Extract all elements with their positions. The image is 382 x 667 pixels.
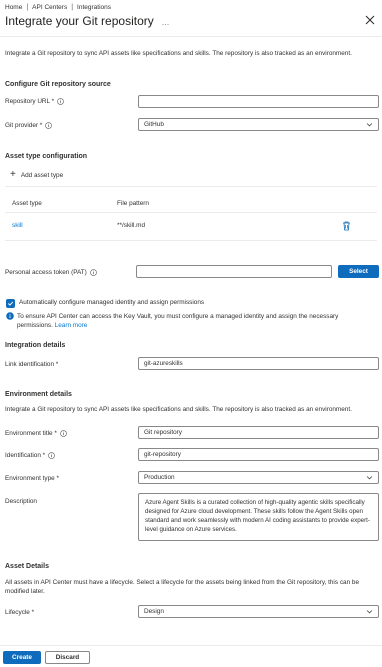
more-options-button[interactable]: ... [162,17,170,27]
environment-title-label-text: Environment title * [5,430,57,437]
plus-icon: + [10,169,16,180]
check-icon [7,301,14,306]
pat-label-text: Personal access token (PAT) [5,269,87,276]
repo-url-input[interactable] [138,95,379,108]
link-identification-value: git-azureskills [144,360,183,367]
identification-label: Identification * [5,452,55,459]
asset-type-cell[interactable]: skill [12,222,23,229]
table-row-divider [5,240,377,241]
asset-details-intro: All assets in API Center must have a lif… [5,579,360,595]
select-button[interactable]: Select [338,265,379,278]
breadcrumb-integrations[interactable]: Integrations [77,4,111,11]
close-icon[interactable] [364,14,376,26]
integration-heading: Integration details [5,342,66,349]
description-textarea[interactable]: Azure Agent Skills is a curated collecti… [138,493,379,541]
link-identification-label: Link identification * [5,361,59,368]
intro-text: Integrate a Git repository to sync API a… [5,50,352,57]
breadcrumb-separator: | [26,3,29,11]
environment-title-value: Git repository [144,429,183,436]
chevron-down-icon [366,610,373,614]
identification-input[interactable]: git-repository [138,448,379,461]
lifecycle-label: Lifecycle * [5,609,35,616]
breadcrumb-home[interactable]: Home [5,4,22,11]
page-title-text: Integrate your Git repository [5,14,154,28]
column-header-asset-type: Asset type [12,200,42,207]
info-filled-icon [6,312,14,320]
environment-type-value: Production [144,474,175,481]
repo-url-label-text: Repository URL * [5,98,55,105]
divider [5,186,377,187]
breadcrumb: Home | API Centers | Integrations [5,2,111,12]
chevron-down-icon [366,123,373,127]
identification-label-text: Identification * [5,452,46,459]
source-heading: Configure Git repository source [5,81,111,88]
info-icon[interactable] [60,430,67,437]
create-button[interactable]: Create [3,651,41,664]
environment-heading: Environment details [5,391,72,398]
environment-title-input[interactable]: Git repository [138,426,379,439]
pat-label: Personal access token (PAT) [5,269,97,276]
add-asset-type-button[interactable]: + Add asset type [10,170,63,180]
column-header-file-pattern: File pattern [117,200,149,207]
discard-button[interactable]: Discard [45,651,90,664]
breadcrumb-api-centers[interactable]: API Centers [32,4,67,11]
provider-dropdown[interactable]: GitHub [138,118,379,131]
provider-value: GitHub [144,121,164,128]
info-icon[interactable] [45,122,53,129]
managed-identity-label[interactable]: Automatically configure managed identity… [19,299,204,306]
managed-identity-info: To ensure API Center can access the Key … [17,312,362,330]
pat-input[interactable] [136,265,332,278]
info-icon[interactable] [90,269,97,276]
environment-title-label: Environment title * [5,430,67,437]
info-icon[interactable] [48,452,55,459]
lifecycle-value: Design [144,608,164,615]
provider-label-text: Git provider * [5,122,43,129]
table-header-divider [5,212,377,213]
add-asset-type-label: Add asset type [20,171,64,179]
delete-icon[interactable] [342,221,351,231]
chevron-down-icon [366,476,373,480]
footer-divider [0,645,382,646]
page-title: Integrate your Git repository... [5,14,169,28]
asset-details-heading: Asset Details [5,563,49,570]
description-label: Description [5,498,37,505]
lifecycle-dropdown[interactable]: Design [138,605,379,618]
file-pattern-cell: **/skill.md [117,222,146,229]
provider-label: Git provider * [5,122,53,129]
environment-intro: Integrate a Git repository to sync API a… [5,406,352,413]
info-icon[interactable] [57,98,64,105]
header-divider [0,36,382,37]
managed-identity-checkbox[interactable] [6,299,15,308]
asset-type-heading: Asset type configuration [5,153,88,160]
identification-value: git-repository [144,451,181,458]
environment-type-label: Environment type * [5,475,59,482]
environment-type-dropdown[interactable]: Production [138,471,379,484]
breadcrumb-separator: | [71,3,74,11]
repo-url-label: Repository URL * [5,98,64,105]
learn-more-link[interactable]: Learn more [55,322,88,329]
link-identification-input[interactable]: git-azureskills [138,357,379,370]
